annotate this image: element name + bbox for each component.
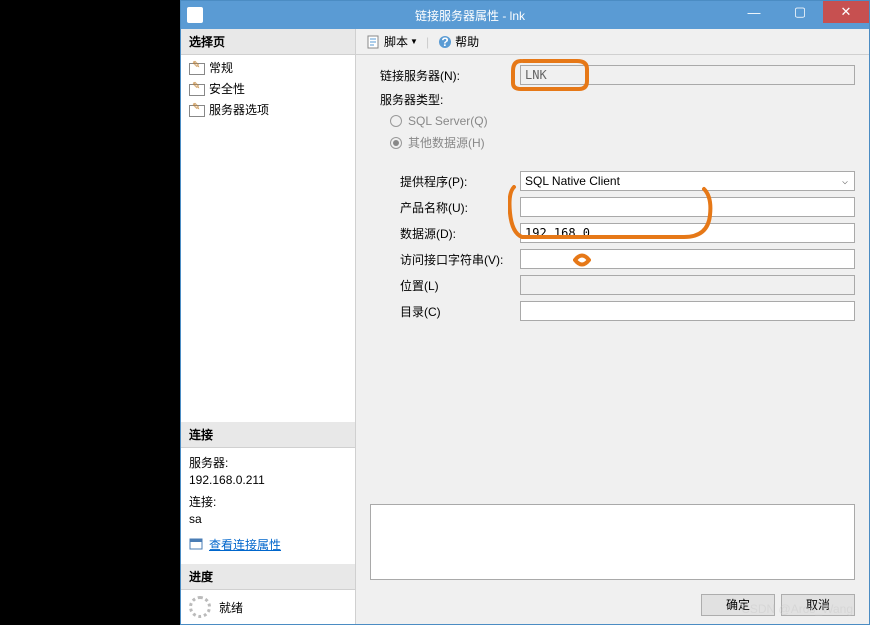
page-icon xyxy=(189,82,205,96)
help-icon: ? xyxy=(437,34,453,50)
datasource-input[interactable] xyxy=(520,223,855,243)
nav-item-server-options[interactable]: 服务器选项 xyxy=(181,99,355,120)
nav-label: 安全性 xyxy=(209,80,245,97)
toolbar: 脚本 ▼ | ? 帮助 xyxy=(356,29,869,55)
nav-label: 常规 xyxy=(209,59,233,76)
left-panel: 选择页 常规 安全性 服务器选项 连接 服务器: 192.168. xyxy=(181,29,356,624)
radio-sqlserver: SQL Server(Q) xyxy=(370,114,855,128)
radio-icon xyxy=(390,115,402,127)
connection-header: 连接 xyxy=(181,422,355,448)
progress-header: 进度 xyxy=(181,564,355,590)
window-title: 链接服务器属性 - lnk xyxy=(209,7,731,24)
radio-other-label: 其他数据源(H) xyxy=(408,134,485,151)
form-area: 链接服务器(N): 服务器类型: SQL Server(Q) 其他数据源(H) … xyxy=(356,55,869,484)
page-icon xyxy=(189,61,205,75)
server-type-label: 服务器类型: xyxy=(370,91,520,108)
nav-label: 服务器选项 xyxy=(209,101,269,118)
app-icon xyxy=(187,7,203,23)
linked-server-label: 链接服务器(N): xyxy=(370,67,520,84)
datasource-label: 数据源(D): xyxy=(370,225,520,242)
catalog-label: 目录(C) xyxy=(370,303,520,320)
provider-value: SQL Native Client xyxy=(525,174,620,188)
properties-icon xyxy=(189,537,205,551)
page-icon xyxy=(189,103,205,117)
catalog-input[interactable] xyxy=(520,301,855,321)
titlebar: 链接服务器属性 - lnk — ▢ ✕ xyxy=(181,1,869,29)
conn-value: sa xyxy=(189,512,347,526)
nav-item-security[interactable]: 安全性 xyxy=(181,78,355,99)
dialog-window: 链接服务器属性 - lnk — ▢ ✕ 选择页 常规 安全性 服务器选项 xyxy=(180,0,870,625)
location-label: 位置(L) xyxy=(370,277,520,294)
connection-section: 服务器: 192.168.0.211 连接: sa 查看连接属性 xyxy=(181,448,355,565)
svg-text:?: ? xyxy=(441,35,448,49)
spinner-icon xyxy=(189,596,211,618)
ok-button[interactable]: 确定 xyxy=(701,594,775,616)
conn-label: 连接: xyxy=(189,493,347,510)
view-connection-props-link[interactable]: 查看连接属性 xyxy=(189,536,281,553)
close-button[interactable]: ✕ xyxy=(823,1,869,23)
script-button[interactable]: 脚本 ▼ xyxy=(362,31,422,52)
product-input[interactable] xyxy=(520,197,855,217)
minimize-button[interactable]: — xyxy=(731,1,777,23)
nav-item-general[interactable]: 常规 xyxy=(181,57,355,78)
provstring-label: 访问接口字符串(V): xyxy=(370,251,520,268)
right-panel: 脚本 ▼ | ? 帮助 链接服务器(N): 服务器类型: xyxy=(356,29,869,624)
product-label: 产品名称(U): xyxy=(370,199,520,216)
nav-list: 常规 安全性 服务器选项 xyxy=(181,55,355,122)
location-input[interactable] xyxy=(520,275,855,295)
progress-status: 就绪 xyxy=(219,599,243,616)
radio-icon xyxy=(390,137,402,149)
cancel-button[interactable]: 取消 xyxy=(781,594,855,616)
server-label: 服务器: xyxy=(189,454,347,471)
script-icon xyxy=(366,34,382,50)
provider-select[interactable]: SQL Native Client xyxy=(520,171,855,191)
linked-server-input[interactable] xyxy=(520,65,855,85)
help-button[interactable]: ? 帮助 xyxy=(433,31,483,52)
maximize-button[interactable]: ▢ xyxy=(777,1,823,23)
select-page-header: 选择页 xyxy=(181,29,355,55)
radio-other: 其他数据源(H) xyxy=(370,134,855,151)
script-label: 脚本 xyxy=(384,33,408,50)
server-value: 192.168.0.211 xyxy=(189,473,347,487)
radio-sqlserver-label: SQL Server(Q) xyxy=(408,114,488,128)
button-bar: 确定 取消 xyxy=(356,586,869,624)
view-props-text: 查看连接属性 xyxy=(209,536,281,553)
progress-section: 就绪 xyxy=(181,590,355,624)
provider-label: 提供程序(P): xyxy=(370,173,520,190)
dropdown-icon: ▼ xyxy=(410,37,418,46)
provstring-input[interactable] xyxy=(520,249,855,269)
help-label: 帮助 xyxy=(455,33,479,50)
message-box xyxy=(370,504,855,580)
